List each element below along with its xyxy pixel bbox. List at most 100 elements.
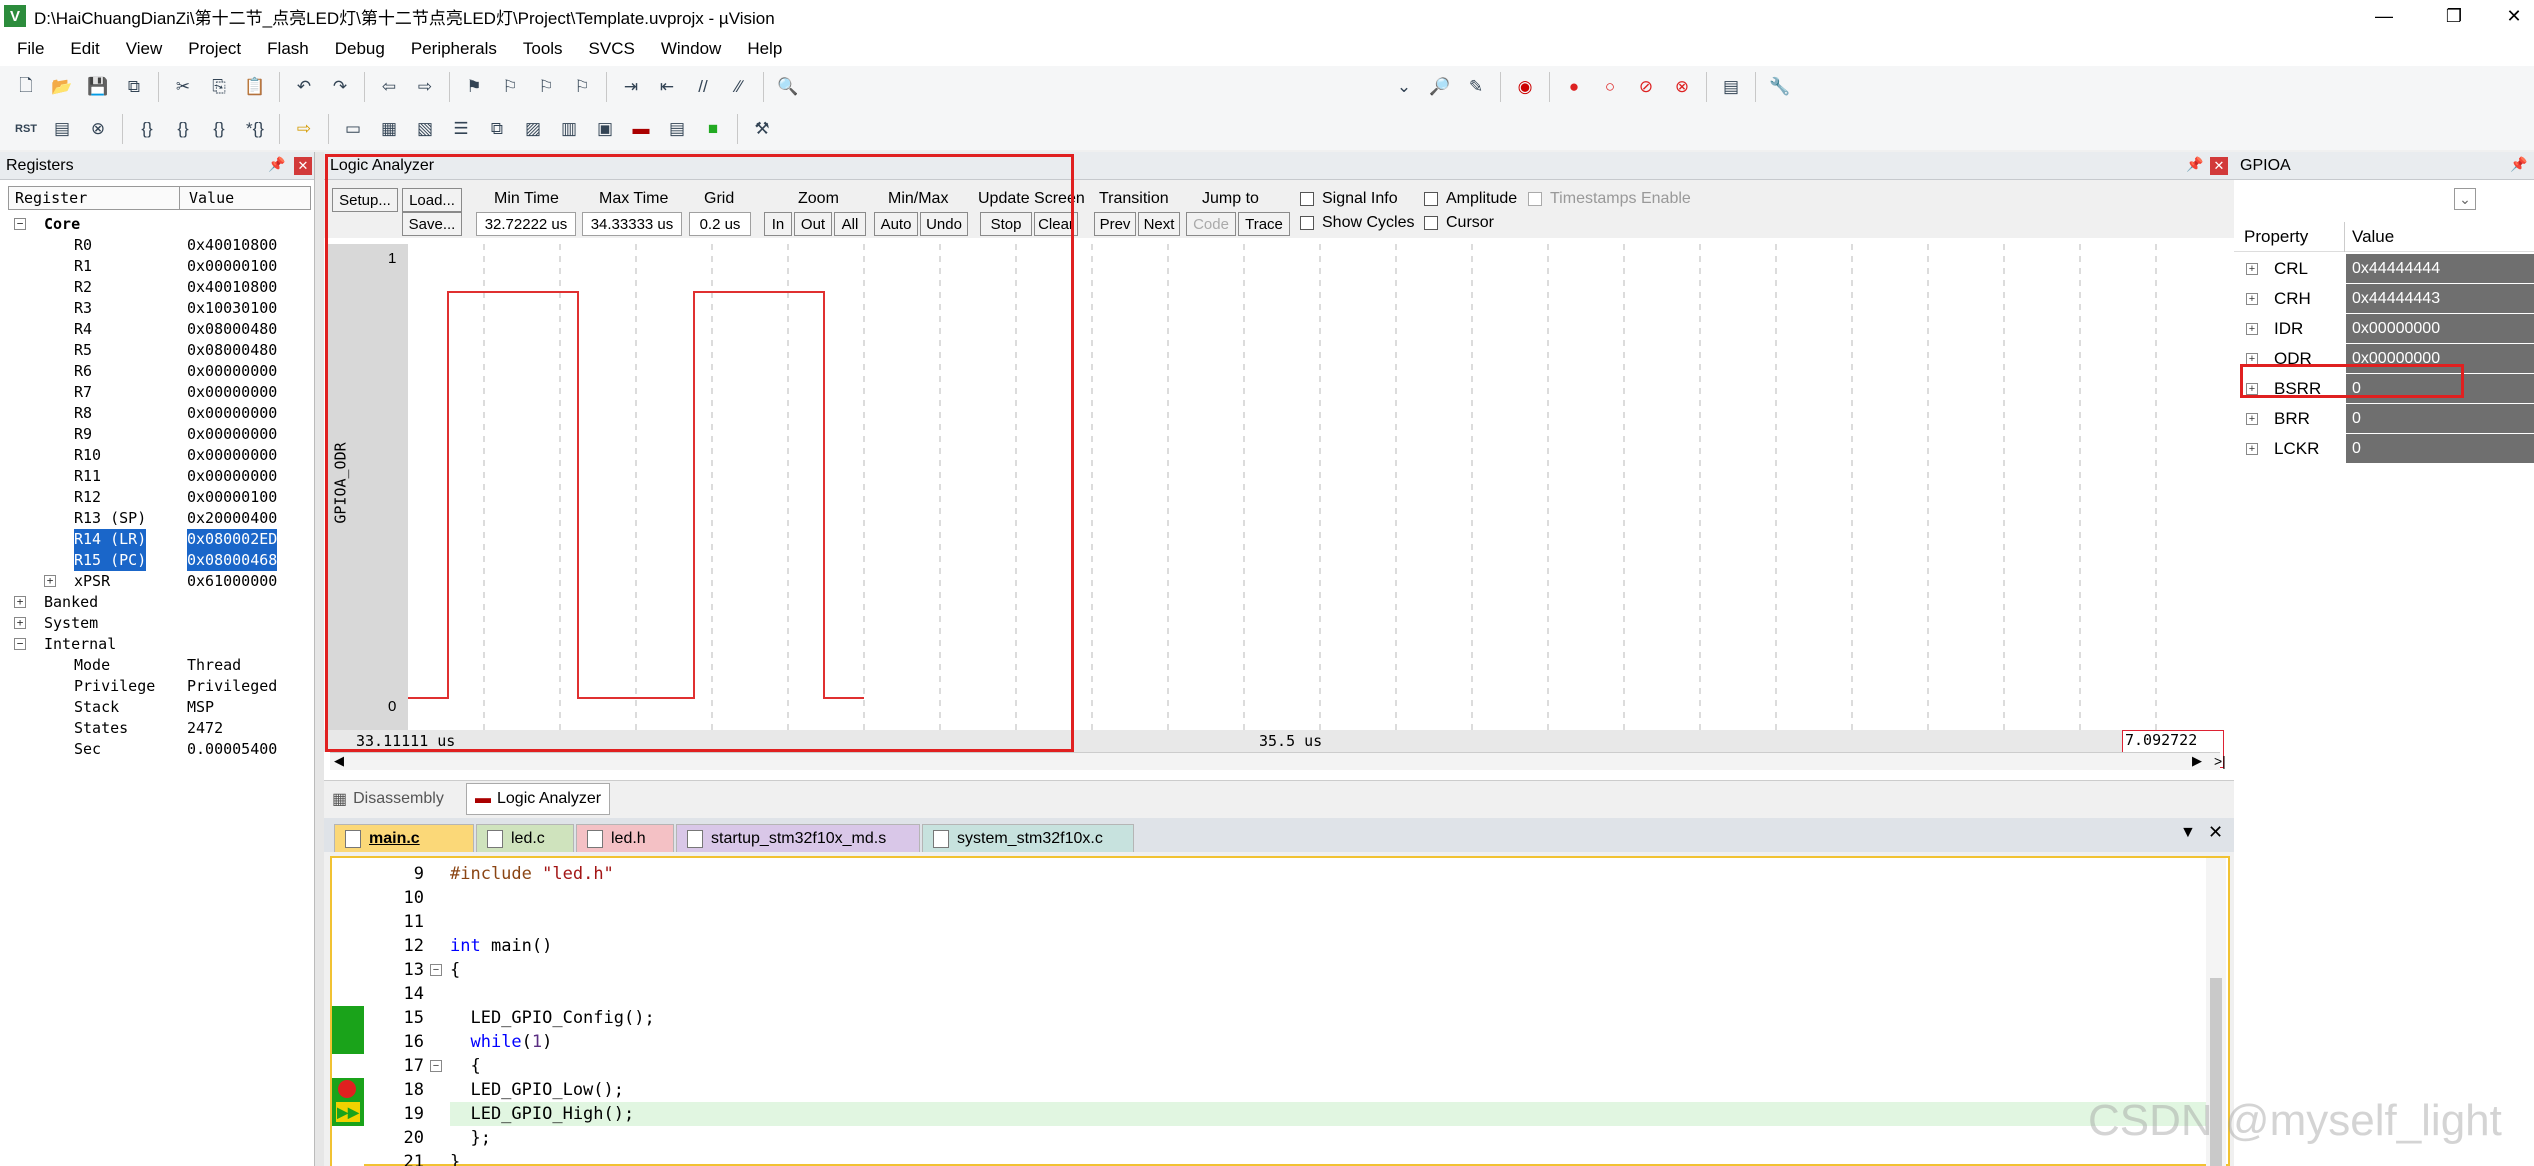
uncomment-icon[interactable]: ∕∕ bbox=[724, 72, 754, 102]
registers-window-icon[interactable]: ☰ bbox=[446, 114, 476, 144]
minimize-button[interactable]: — bbox=[2354, 0, 2414, 32]
gpio-property-value[interactable]: 0x44444444 bbox=[2346, 254, 2534, 283]
register-value[interactable]: 0x00000100 bbox=[187, 487, 277, 508]
gpio-row-lckr[interactable]: + LCKR 0 bbox=[2234, 434, 2534, 464]
gpio-row-crh[interactable]: + CRH 0x44444443 bbox=[2234, 284, 2534, 314]
tree-node-system[interactable]: + System bbox=[0, 613, 315, 634]
register-row[interactable]: R2 0x40010800 bbox=[0, 277, 315, 298]
gpio-property-value[interactable]: 0 bbox=[2346, 404, 2534, 433]
nav-forward-icon[interactable]: ⇨ bbox=[410, 72, 440, 102]
window-layout-icon[interactable]: ▤ bbox=[1716, 72, 1746, 102]
register-row[interactable]: R10 0x00000000 bbox=[0, 445, 315, 466]
gpio-row-odr[interactable]: + ODR 0x00000000 bbox=[2234, 344, 2534, 374]
clear-button[interactable]: Clear bbox=[1034, 212, 1078, 236]
menu-svcs[interactable]: SVCS bbox=[576, 39, 648, 59]
register-row[interactable]: R11 0x00000000 bbox=[0, 466, 315, 487]
watch-window-icon[interactable]: ▨ bbox=[518, 114, 548, 144]
gpio-property-value[interactable]: 0 bbox=[2346, 374, 2534, 403]
load-button[interactable]: Load... bbox=[402, 188, 462, 212]
expand-icon[interactable]: + bbox=[14, 596, 26, 608]
tabs-dropdown-icon[interactable]: ▼ bbox=[2180, 824, 2196, 842]
gpio-property-value[interactable]: 0x00000000 bbox=[2346, 344, 2534, 373]
register-row[interactable]: R7 0x00000000 bbox=[0, 382, 315, 403]
fold-collapse-icon[interactable]: − bbox=[430, 1060, 442, 1072]
save-button[interactable]: Save... bbox=[402, 212, 462, 236]
register-value[interactable]: 0x40010800 bbox=[187, 235, 277, 256]
register-value[interactable]: 0x00000000 bbox=[187, 445, 277, 466]
symbols-window-icon[interactable]: ▧ bbox=[410, 114, 440, 144]
step-into-icon[interactable]: {} bbox=[132, 114, 162, 144]
tab-main-c[interactable]: main.c bbox=[334, 824, 474, 852]
bookmark-clear-icon[interactable]: ⚐ bbox=[567, 72, 597, 102]
timestamps-checkbox[interactable] bbox=[1528, 192, 1542, 206]
internal-value[interactable]: MSP bbox=[187, 697, 214, 718]
incremental-find-icon[interactable]: ✎ bbox=[1461, 72, 1491, 102]
breakpoint-kill-all-icon[interactable]: ⊗ bbox=[1667, 72, 1697, 102]
register-row[interactable]: R3 0x10030100 bbox=[0, 298, 315, 319]
register-value[interactable]: 0x080002ED bbox=[187, 529, 277, 550]
step-over-icon[interactable]: {} bbox=[168, 114, 198, 144]
expand-icon[interactable]: + bbox=[2246, 293, 2258, 305]
next-button[interactable]: Next bbox=[1138, 212, 1180, 236]
cut-icon[interactable]: ✂ bbox=[168, 72, 198, 102]
menu-edit[interactable]: Edit bbox=[57, 39, 112, 59]
save-all-icon[interactable]: ⧉ bbox=[119, 72, 149, 102]
expand-icon[interactable]: + bbox=[2246, 323, 2258, 335]
expand-icon[interactable]: + bbox=[2246, 353, 2258, 365]
register-value[interactable]: 0x20000400 bbox=[187, 508, 277, 529]
call-stack-icon[interactable]: ⧉ bbox=[482, 114, 512, 144]
undo-button[interactable]: Undo bbox=[920, 212, 968, 236]
expand-icon[interactable]: + bbox=[44, 575, 56, 587]
chevron-down-icon[interactable]: ⌄ bbox=[2454, 188, 2476, 210]
tree-node-internal[interactable]: − Internal bbox=[0, 634, 315, 655]
close-icon[interactable]: ✕ bbox=[2210, 157, 2228, 175]
signal-info-checkbox[interactable] bbox=[1300, 192, 1314, 206]
memory-window-icon[interactable]: ▥ bbox=[554, 114, 584, 144]
internal-row[interactable]: Mode Thread bbox=[0, 655, 315, 676]
register-row[interactable]: R13 (SP) 0x20000400 bbox=[0, 508, 315, 529]
undo-icon[interactable]: ↶ bbox=[289, 72, 319, 102]
register-value[interactable]: 0x10030100 bbox=[187, 298, 277, 319]
register-row[interactable]: R9 0x00000000 bbox=[0, 424, 315, 445]
tree-node-banked[interactable]: + Banked bbox=[0, 592, 315, 613]
gpio-row-bsrr[interactable]: + BSRR 0 bbox=[2234, 374, 2534, 404]
menu-debug[interactable]: Debug bbox=[322, 39, 398, 59]
signal-name[interactable]: GPIOA_ODR bbox=[332, 442, 350, 523]
splitter[interactable] bbox=[315, 152, 324, 1166]
pin-icon[interactable]: 📌 bbox=[2186, 156, 2203, 173]
register-row[interactable]: R6 0x00000000 bbox=[0, 361, 315, 382]
register-value[interactable]: 0x00000000 bbox=[187, 466, 277, 487]
zoom-out-button[interactable]: Out bbox=[794, 212, 832, 236]
new-file-icon[interactable]: 🗋 bbox=[11, 72, 41, 102]
zoom-all-button[interactable]: All bbox=[834, 212, 866, 236]
tab-disassembly[interactable]: ▦ Disassembly bbox=[332, 785, 444, 813]
menu-view[interactable]: View bbox=[113, 39, 176, 59]
code-line[interactable]: LED_GPIO_Config(); bbox=[450, 1006, 655, 1030]
register-row[interactable]: R4 0x08000480 bbox=[0, 319, 315, 340]
register-row[interactable]: R15 (PC) 0x08000468 bbox=[0, 550, 315, 571]
cursor-checkbox[interactable] bbox=[1424, 216, 1438, 230]
code-line[interactable]: { bbox=[450, 1054, 481, 1078]
setup-button[interactable]: Setup... bbox=[332, 188, 398, 212]
close-icon[interactable]: ✕ bbox=[294, 157, 312, 175]
show-cycles-checkbox[interactable] bbox=[1300, 216, 1314, 230]
menu-flash[interactable]: Flash bbox=[254, 39, 322, 59]
run-icon[interactable]: ▤ bbox=[47, 114, 77, 144]
code-line[interactable]: { bbox=[450, 958, 460, 982]
internal-row[interactable]: States 2472 bbox=[0, 718, 315, 739]
code-line[interactable]: LED_GPIO_High(); bbox=[450, 1102, 634, 1126]
menu-help[interactable]: Help bbox=[734, 39, 795, 59]
menu-peripherals[interactable]: Peripherals bbox=[398, 39, 510, 59]
collapse-icon[interactable]: − bbox=[14, 218, 26, 230]
breakpoint-icon[interactable]: ● bbox=[1559, 72, 1589, 102]
register-value[interactable]: 0x00000000 bbox=[187, 424, 277, 445]
register-row[interactable]: R1 0x00000100 bbox=[0, 256, 315, 277]
find-in-files-icon[interactable]: 🔍 bbox=[773, 72, 803, 102]
comment-icon[interactable]: // bbox=[688, 72, 718, 102]
tab-led-c[interactable]: led.c bbox=[476, 824, 574, 852]
bookmark-prev-icon[interactable]: ⚐ bbox=[495, 72, 525, 102]
register-value[interactable]: 0x00000000 bbox=[187, 361, 277, 382]
scroll-right-icon[interactable]: ▶ bbox=[2192, 753, 2202, 769]
fold-collapse-icon[interactable]: − bbox=[430, 964, 442, 976]
code-line[interactable]: while(1) bbox=[450, 1030, 552, 1054]
